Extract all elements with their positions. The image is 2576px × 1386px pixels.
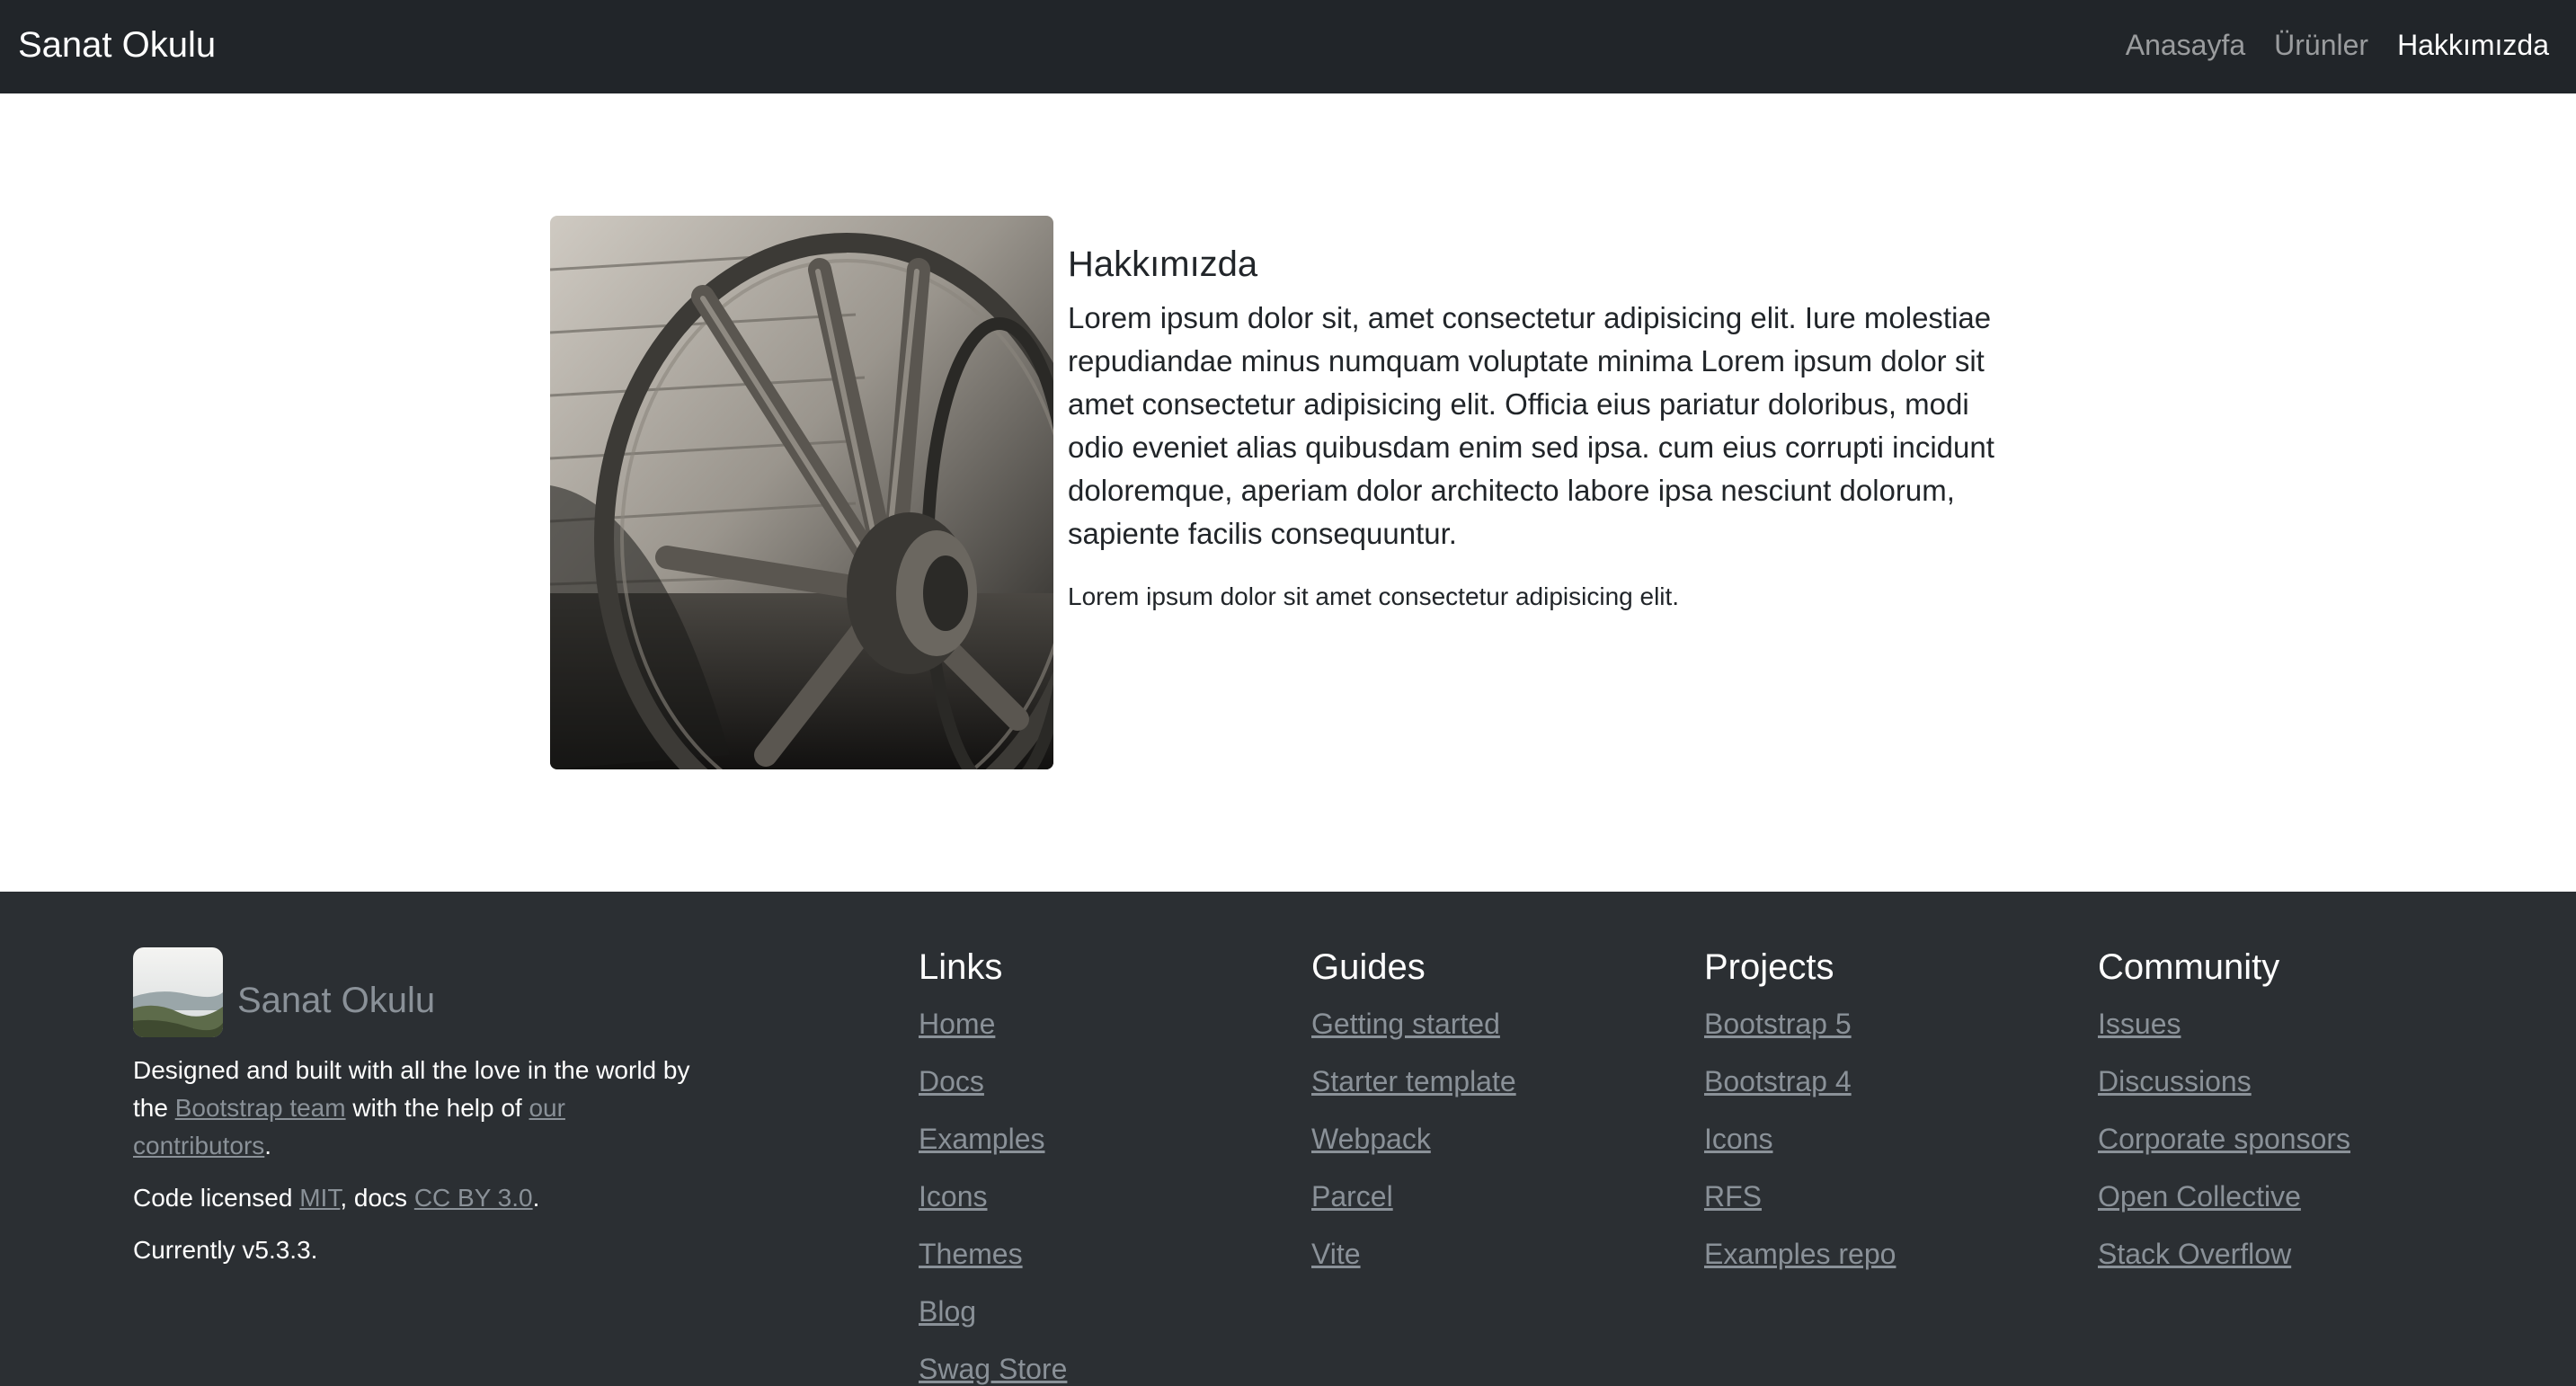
about-lead-text: Lorem ipsum dolor sit, amet consectetur …	[1068, 301, 1994, 550]
footer-column-guides: Guides Getting started Starter template …	[1311, 946, 1516, 1289]
footer-column-title: Links	[919, 947, 1003, 987]
footer: Sanat Okulu Designed and built with all …	[0, 892, 2576, 1386]
footer-brand[interactable]: Sanat Okulu	[133, 947, 435, 1037]
footer-column-title: Community	[2098, 947, 2280, 987]
footer-link-swag-store[interactable]: Swag Store	[919, 1353, 1067, 1385]
nav-link-hakkimizda[interactable]: Hakkımızda	[2397, 22, 2549, 68]
footer-link-vite[interactable]: Vite	[1311, 1238, 1361, 1270]
footer-link-themes[interactable]: Themes	[919, 1238, 1023, 1270]
bootstrap-team-link[interactable]: Bootstrap team	[175, 1094, 346, 1122]
footer-link-parcel[interactable]: Parcel	[1311, 1180, 1393, 1213]
footer-link-list: Home Docs Examples Icons Themes Blog Swa…	[919, 1001, 1067, 1386]
footer-brand-name: Sanat Okulu	[237, 980, 436, 1020]
footer-link-open-collective[interactable]: Open Collective	[2098, 1180, 2301, 1213]
footer-link-docs[interactable]: Docs	[919, 1065, 984, 1097]
footer-link-examples[interactable]: Examples	[919, 1123, 1045, 1155]
footer-column-title: Guides	[1311, 947, 1426, 987]
footer-link-getting-started[interactable]: Getting started	[1311, 1008, 1500, 1040]
footer-link-bootstrap-5[interactable]: Bootstrap 5	[1704, 1008, 1852, 1040]
footer-link-discussions[interactable]: Discussions	[2098, 1065, 2252, 1097]
about-small-text: Lorem ipsum dolor sit amet consectetur a…	[1068, 582, 1680, 610]
footer-link-home[interactable]: Home	[919, 1008, 995, 1040]
navbar-brand[interactable]: Sanat Okulu	[18, 22, 216, 68]
wagon-wheel-photo	[550, 216, 1053, 769]
about-title: Hakkımızda	[1068, 244, 1258, 284]
footer-description: Designed and built with all the love in …	[133, 1052, 708, 1284]
footer-column-projects: Projects Bootstrap 5 Bootstrap 4 Icons R…	[1704, 946, 1896, 1289]
footer-version: Currently v5.3.3.	[133, 1236, 318, 1264]
footer-link-list: Issues Discussions Corporate sponsors Op…	[2098, 1001, 2350, 1289]
footer-logo-image	[133, 947, 223, 1037]
footer-link-bootstrap-4[interactable]: Bootstrap 4	[1704, 1065, 1852, 1097]
navbar: Sanat Okulu Anasayfa Ürünler Hakkımızda	[0, 0, 2576, 93]
footer-column-community: Community Issues Discussions Corporate s…	[2098, 946, 2350, 1289]
footer-link-corporate-sponsors[interactable]: Corporate sponsors	[2098, 1123, 2350, 1155]
footer-link-webpack[interactable]: Webpack	[1311, 1123, 1431, 1155]
cc-license-link[interactable]: CC BY 3.0	[414, 1184, 533, 1212]
navbar-nav: Anasayfa Ürünler Hakkımızda	[2126, 22, 2549, 68]
footer-link-list: Bootstrap 5 Bootstrap 4 Icons RFS Exampl…	[1704, 1001, 1896, 1289]
mit-license-link[interactable]: MIT	[299, 1184, 340, 1212]
footer-link-examples-repo[interactable]: Examples repo	[1704, 1238, 1896, 1270]
footer-link-icons[interactable]: Icons	[919, 1180, 987, 1213]
nav-link-urunler[interactable]: Ürünler	[2274, 22, 2368, 68]
footer-column-links: Links Home Docs Examples Icons Themes Bl…	[919, 946, 1067, 1386]
footer-link-rfs[interactable]: RFS	[1704, 1180, 1762, 1213]
about-section: Hakkımızda Lorem ipsum dolor sit, amet c…	[1068, 241, 2021, 615]
nav-link-anasayfa[interactable]: Anasayfa	[2126, 22, 2245, 68]
footer-link-list: Getting started Starter template Webpack…	[1311, 1001, 1516, 1289]
footer-column-title: Projects	[1704, 947, 1834, 987]
footer-link-blog[interactable]: Blog	[919, 1295, 976, 1328]
footer-link-issues[interactable]: Issues	[2098, 1008, 2181, 1040]
footer-link-project-icons[interactable]: Icons	[1704, 1123, 1772, 1155]
footer-license: Code licensed MIT, docs CC BY 3.0.	[133, 1184, 540, 1212]
footer-credits: Designed and built with all the love in …	[133, 1056, 690, 1159]
footer-link-stack-overflow[interactable]: Stack Overflow	[2098, 1238, 2291, 1270]
footer-link-starter-template[interactable]: Starter template	[1311, 1065, 1516, 1097]
